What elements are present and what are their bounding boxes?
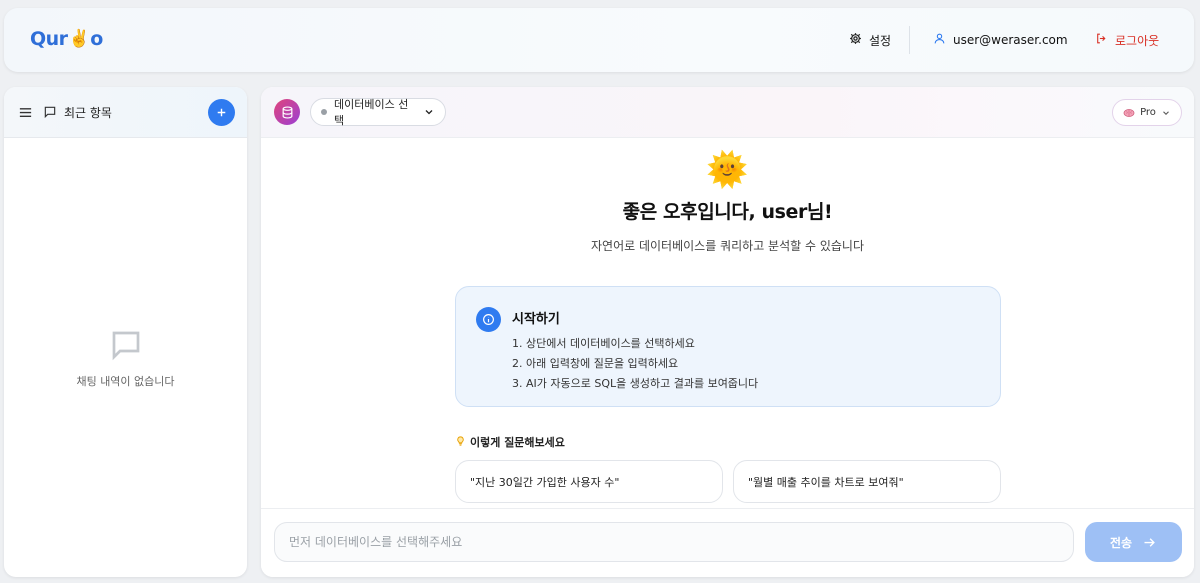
app-header: Qur ✌️ o 설정 user@weraser.com 로그아웃 bbox=[4, 8, 1194, 72]
settings-button[interactable]: 설정 bbox=[849, 30, 891, 50]
sidebar-header: 최근 항목 bbox=[4, 87, 247, 138]
empty-chat-icon bbox=[4, 327, 247, 363]
suggestions-heading: 이렇게 질문해보세요 bbox=[455, 434, 565, 450]
model-select[interactable]: Pro bbox=[1112, 99, 1182, 126]
step-item: 2. 아래 입력창에 질문을 입력하세요 bbox=[512, 357, 679, 370]
logout-button[interactable]: 로그아웃 bbox=[1095, 30, 1159, 50]
database-icon bbox=[274, 99, 300, 125]
sidebar: 최근 항목 채팅 내역이 없습니다 bbox=[4, 87, 247, 577]
info-icon bbox=[476, 307, 501, 332]
send-button[interactable]: 전송 bbox=[1085, 522, 1182, 562]
user-icon bbox=[933, 32, 946, 48]
new-chat-button[interactable] bbox=[208, 98, 235, 126]
menu-icon[interactable] bbox=[18, 105, 33, 120]
getting-started-steps: 1. 상단에서 데이터베이스를 선택하세요 2. 아래 입력창에 질문을 입력하… bbox=[512, 334, 758, 394]
empty-history: 채팅 내역이 없습니다 bbox=[4, 327, 247, 389]
database-select[interactable]: 데이터베이스 선택 bbox=[310, 98, 446, 127]
logout-icon bbox=[1095, 32, 1108, 48]
user-email: user@weraser.com bbox=[953, 33, 1068, 47]
message-input[interactable] bbox=[274, 522, 1074, 562]
recent-items-title: 최근 항목 bbox=[64, 105, 112, 120]
sun-icon: 🌞 bbox=[706, 150, 749, 190]
settings-label: 설정 bbox=[869, 33, 892, 48]
logout-label: 로그아웃 bbox=[1115, 33, 1160, 48]
header-divider bbox=[909, 26, 910, 54]
getting-started-card: 시작하기 1. 상단에서 데이터베이스를 선택하세요 2. 아래 입력창에 질문… bbox=[455, 286, 1001, 407]
welcome-section: 🌞 좋은 오후입니다, user님! 자연어로 데이터베이스를 쿼리하고 분석할… bbox=[261, 151, 1194, 254]
model-label: Pro bbox=[1140, 107, 1156, 118]
suggestions-label: 이렇게 질문해보세요 bbox=[470, 436, 565, 449]
connection-status-dot bbox=[321, 109, 327, 115]
greeting-subtitle: 자연어로 데이터베이스를 쿼리하고 분석할 수 있습니다 bbox=[591, 239, 864, 253]
suggestion-chip[interactable]: "지난 30일간 가입한 사용자 수" bbox=[455, 460, 723, 503]
suggestion-chip[interactable]: "월별 매출 추이를 차트로 보여줘" bbox=[733, 460, 1001, 503]
step-item: 3. AI가 자동으로 SQL을 생성하고 결과를 보여줍니다 bbox=[512, 377, 759, 390]
chat-toolbar: 데이터베이스 선택 Pro bbox=[261, 87, 1194, 138]
chat-panel: 데이터베이스 선택 Pro 🌞 좋은 오후입니다, user님! 자연어로 데이… bbox=[261, 87, 1194, 577]
arrow-right-icon bbox=[1144, 537, 1155, 547]
logo-text-left: Qur bbox=[30, 28, 68, 50]
step-item: 1. 상단에서 데이터베이스를 선택하세요 bbox=[512, 337, 695, 350]
composer: 전송 bbox=[261, 508, 1194, 577]
logo-emoji: ✌️ bbox=[68, 29, 90, 49]
chat-bubble-icon bbox=[43, 105, 57, 119]
chevron-down-icon bbox=[1163, 110, 1169, 115]
getting-started-title: 시작하기 bbox=[512, 312, 560, 327]
database-select-label: 데이터베이스 선택 bbox=[334, 98, 409, 127]
greeting-title: 좋은 오후입니다, user님! bbox=[622, 201, 833, 223]
gear-icon bbox=[849, 32, 862, 48]
brain-icon bbox=[1123, 108, 1135, 117]
send-label: 전송 bbox=[1109, 535, 1133, 550]
plus-icon bbox=[217, 108, 226, 116]
chevron-down-icon bbox=[425, 110, 433, 115]
user-account[interactable]: user@weraser.com bbox=[933, 30, 1068, 50]
empty-history-text: 채팅 내역이 없습니다 bbox=[76, 375, 175, 388]
app-logo[interactable]: Qur ✌️ o bbox=[30, 28, 103, 50]
logo-text-right: o bbox=[90, 28, 103, 50]
lightbulb-icon bbox=[455, 435, 466, 450]
